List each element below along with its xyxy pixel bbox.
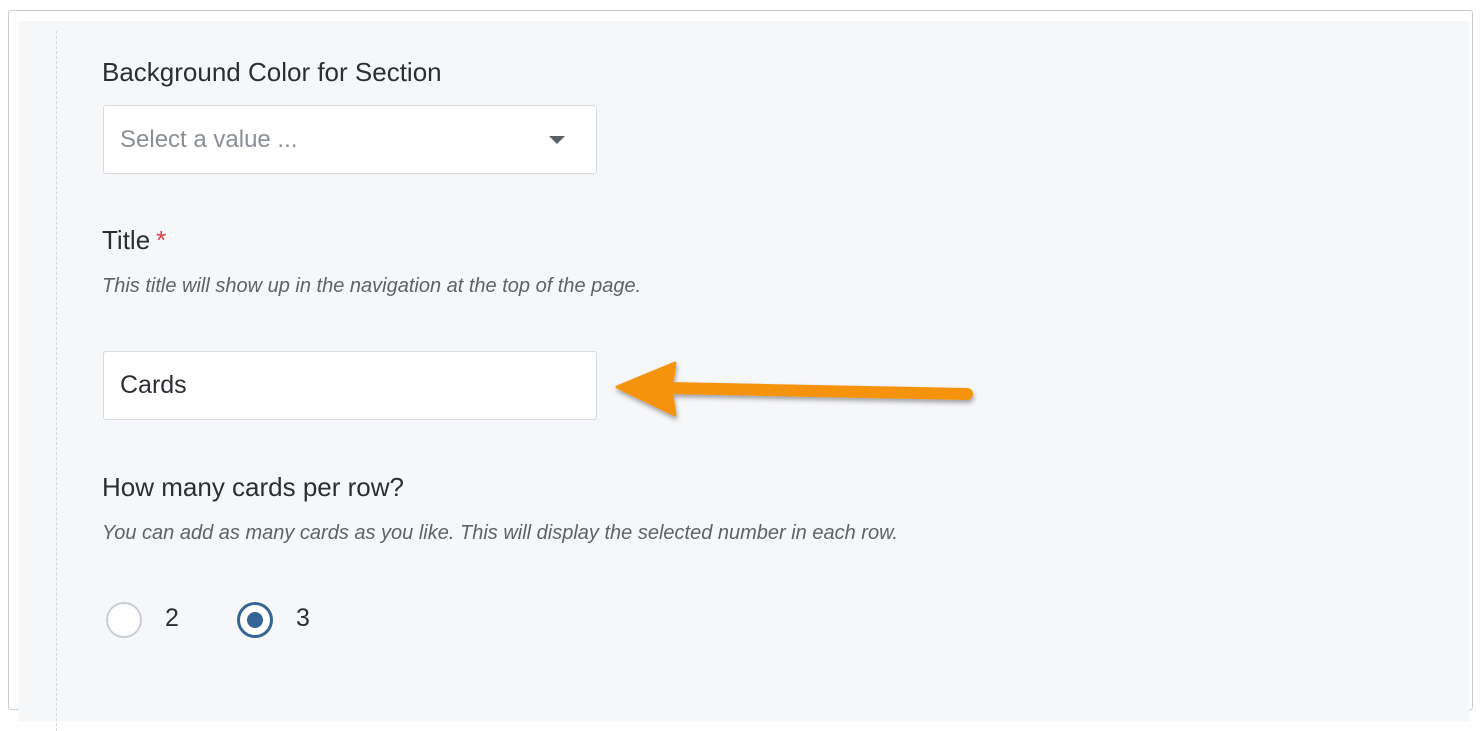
title-help-text: This title will show up in the navigatio… (102, 275, 642, 297)
radio-option-2-label[interactable]: 2 (165, 604, 179, 633)
select-placeholder: Select a value ... (120, 126, 298, 153)
form-frame: Background Color for Section Select a va… (8, 10, 1473, 731)
radio-option-2[interactable] (106, 602, 142, 638)
form-panel: Background Color for Section Select a va… (19, 21, 1469, 731)
required-marker: * (156, 225, 167, 255)
radio-option-3-label[interactable]: 3 (296, 604, 310, 633)
section-divider (56, 31, 57, 731)
radio-selected-dot (247, 612, 263, 628)
title-label-text: Title (102, 225, 151, 255)
title-label: Title * (102, 225, 166, 256)
background-color-label: Background Color for Section (102, 57, 442, 87)
cards-per-row-help-text: You can add as many cards as you like. T… (102, 522, 898, 544)
cards-per-row-label: How many cards per row? (102, 472, 404, 502)
title-input[interactable] (103, 351, 597, 420)
left-arrow-icon (615, 361, 973, 417)
background-color-select[interactable]: Select a value ... (103, 105, 597, 174)
radio-option-3[interactable] (237, 602, 273, 638)
chevron-down-icon[interactable] (549, 136, 565, 144)
